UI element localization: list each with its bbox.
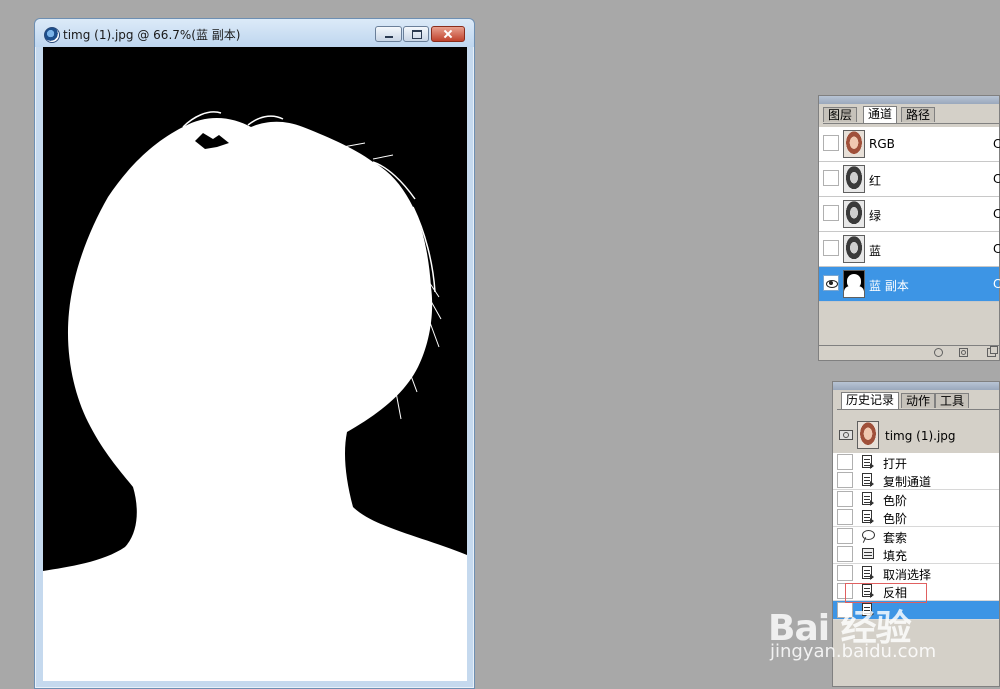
channels-tab-row: 图层 通道 路径: [823, 106, 999, 124]
visibility-toggle[interactable]: [823, 170, 839, 186]
channel-shortcut: C: [993, 277, 1000, 291]
close-icon: [432, 27, 464, 41]
channel-thumbnail: [843, 130, 865, 158]
channel-thumbnail: [843, 270, 865, 298]
step-icon: [861, 583, 875, 599]
minimize-icon: [376, 27, 401, 41]
new-channel-icon[interactable]: [987, 346, 998, 357]
visibility-toggle[interactable]: [823, 240, 839, 256]
history-brush-source-box[interactable]: [837, 528, 853, 544]
channel-shortcut: C: [993, 137, 1000, 151]
step-icon: [861, 509, 875, 525]
history-step-label: 色阶: [883, 494, 908, 508]
history-brush-source-box[interactable]: [837, 565, 853, 581]
history-tab-row: 历史记录 动作 工具: [837, 392, 999, 410]
history-brush-source-box[interactable]: [837, 602, 853, 618]
channel-shortcut: C: [993, 207, 1000, 221]
maximize-icon: [404, 27, 428, 41]
step-icon: [861, 472, 875, 488]
maximize-button[interactable]: [403, 26, 429, 42]
step-icon: [861, 454, 875, 470]
history-step[interactable]: 反相: [833, 582, 999, 601]
channels-footer: [819, 345, 999, 360]
image-canvas[interactable]: [43, 47, 467, 681]
fill-icon: [861, 546, 875, 562]
visibility-toggle[interactable]: [823, 135, 839, 151]
mask-silhouette-image: [43, 47, 467, 681]
history-step[interactable]: 色阶: [833, 490, 999, 509]
tab-paths[interactable]: 路径: [901, 107, 936, 122]
history-brush-source-box[interactable]: [837, 509, 853, 525]
lasso-icon: [861, 528, 875, 544]
history-step-label: 取消选择: [883, 568, 932, 582]
history-step-label: 反相: [883, 586, 908, 600]
history-step-label: 色阶: [883, 512, 908, 526]
history-step[interactable]: 套索: [833, 527, 999, 546]
channel-thumbnail: [843, 165, 865, 193]
history-step[interactable]: 复制通道: [833, 471, 999, 490]
save-selection-icon[interactable]: [959, 348, 968, 357]
channel-row-blue-copy[interactable]: 蓝 副本 C: [819, 267, 1000, 302]
channel-thumbnail: [843, 200, 865, 228]
document-window: timg (1).jpg @ 66.7%(蓝 副本): [34, 18, 475, 689]
channels-palette: 图层 通道 路径 RGB C 红 C 绿 C 蓝 C 蓝 副本 C: [818, 95, 1000, 361]
channel-name: 蓝: [869, 244, 882, 258]
tab-history[interactable]: 历史记录: [841, 392, 900, 409]
channel-row-green[interactable]: 绿 C: [819, 197, 1000, 232]
step-icon: [861, 565, 875, 581]
tab-actions[interactable]: 动作: [901, 393, 936, 408]
history-step-label: 打开: [883, 457, 908, 471]
history-step-label: 套索: [883, 531, 908, 545]
load-selection-icon[interactable]: [934, 348, 943, 357]
channel-name: 红: [869, 174, 882, 188]
channel-row-red[interactable]: 红 C: [819, 162, 1000, 197]
history-brush-source-box[interactable]: [837, 546, 853, 562]
eye-icon[interactable]: [823, 275, 839, 291]
history-step[interactable]: 取消选择: [833, 564, 999, 583]
channel-shortcut: C: [993, 242, 1000, 256]
palette-title-strip[interactable]: [833, 382, 999, 390]
channel-name: 绿: [869, 209, 882, 223]
channel-row-rgb[interactable]: RGB C: [819, 127, 1000, 162]
history-palette: 历史记录 动作 工具 timg (1).jpg 打开 复制通道 色阶 色阶 套索…: [832, 381, 1000, 687]
tab-layers[interactable]: 图层: [823, 107, 858, 122]
document-title: timg (1).jpg @ 66.7%(蓝 副本): [63, 28, 241, 42]
history-snapshot[interactable]: timg (1).jpg: [833, 417, 999, 456]
channel-name: 蓝 副本: [869, 279, 909, 293]
minimize-button[interactable]: [375, 26, 402, 42]
history-brush-source-box[interactable]: [837, 491, 853, 507]
history-brush-source-box[interactable]: [837, 472, 853, 488]
history-step[interactable]: 色阶: [833, 508, 999, 527]
tab-channels[interactable]: 通道: [863, 106, 898, 123]
photoshop-app-icon: [44, 27, 60, 43]
step-icon: [861, 602, 875, 618]
history-brush-source-box[interactable]: [837, 583, 853, 599]
channel-row-blue[interactable]: 蓝 C: [819, 232, 1000, 267]
palette-title-strip[interactable]: [819, 96, 999, 104]
history-brush-source-box[interactable]: [837, 454, 853, 470]
tab-tools[interactable]: 工具: [935, 393, 970, 408]
document-titlebar[interactable]: timg (1).jpg @ 66.7%(蓝 副本): [35, 19, 474, 47]
snapshot-brush-icon[interactable]: [839, 427, 853, 441]
step-icon: [861, 491, 875, 507]
visibility-toggle[interactable]: [823, 205, 839, 221]
history-step-label: 复制通道: [883, 475, 932, 489]
channel-shortcut: C: [993, 172, 1000, 186]
history-step-label: 填充: [883, 549, 908, 563]
history-step-current[interactable]: [833, 601, 999, 620]
channel-name: RGB: [869, 137, 895, 151]
history-step[interactable]: 填充: [833, 545, 999, 564]
history-step[interactable]: 打开: [833, 453, 999, 472]
channel-thumbnail: [843, 235, 865, 263]
snapshot-thumbnail: [857, 421, 879, 449]
close-button[interactable]: [431, 26, 465, 42]
snapshot-name: timg (1).jpg: [885, 429, 956, 443]
